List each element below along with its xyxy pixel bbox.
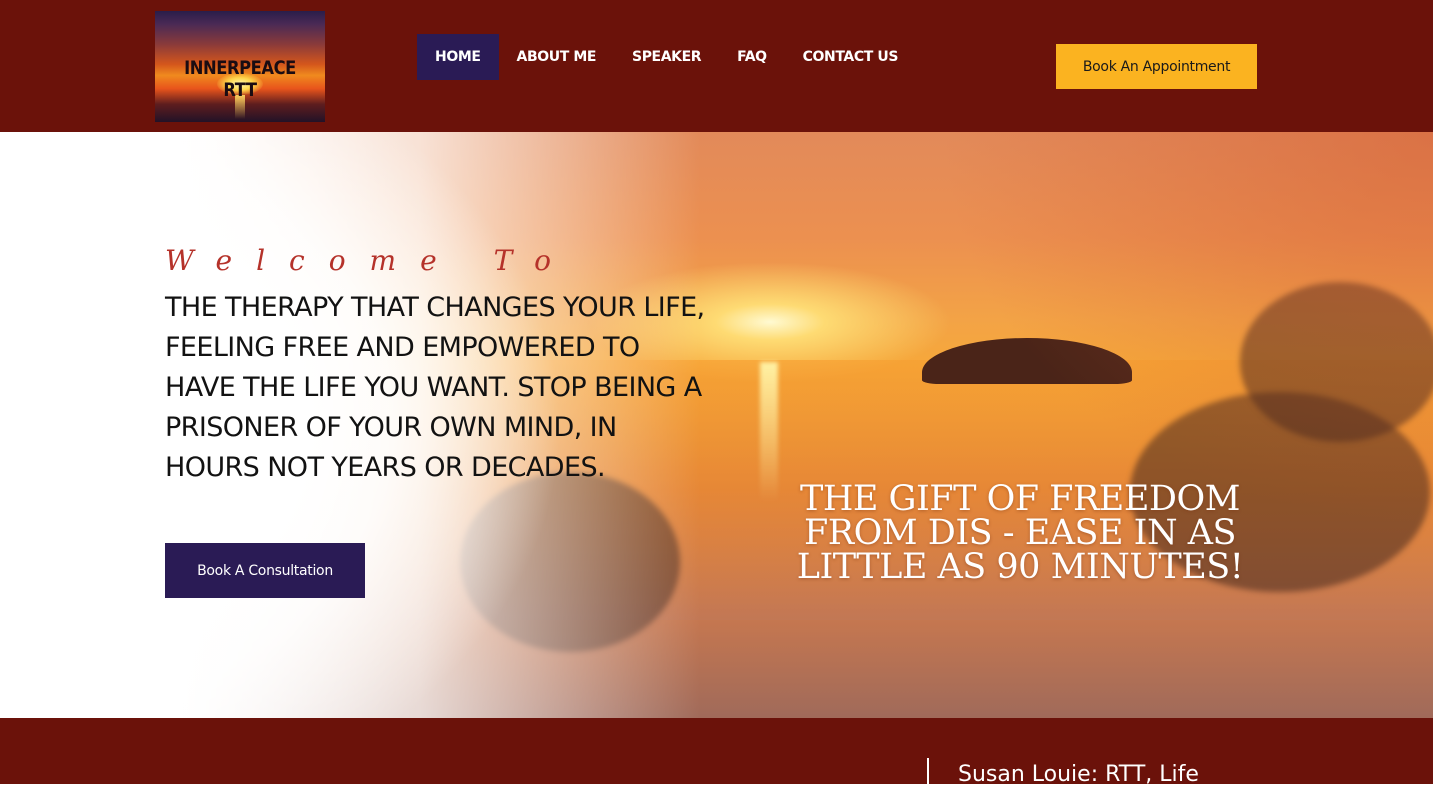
hero-headline: THE THERAPY THAT CHANGES YOUR LIFE, FEEL… bbox=[165, 292, 705, 483]
nav-item-home[interactable]: HOME bbox=[417, 34, 499, 80]
site-header: INNERPEACE RTT HOME ABOUT ME SPEAKER FAQ… bbox=[0, 0, 1433, 132]
vertical-divider bbox=[927, 758, 929, 798]
logo-text: INNERPEACE RTT bbox=[184, 57, 296, 101]
hero-section: Welcome To THE THERAPY THAT CHANGES YOUR… bbox=[0, 132, 1433, 718]
book-appointment-button[interactable]: Book An Appointment bbox=[1056, 44, 1257, 89]
about-title: Susan Louie: RTT, Life bbox=[958, 762, 1199, 787]
hero-tagline: THE GIFT OF FREEDOM FROM DIS - EASE IN A… bbox=[796, 479, 1244, 587]
book-consultation-button[interactable]: Book A Consultation bbox=[165, 543, 365, 598]
nav-item-about-me[interactable]: ABOUT ME bbox=[499, 34, 615, 80]
about-band: Susan Louie: RTT, Life bbox=[0, 718, 1433, 798]
nav-item-contact-us[interactable]: CONTACT US bbox=[785, 34, 916, 80]
nav-item-faq[interactable]: FAQ bbox=[719, 34, 785, 80]
site-logo[interactable]: INNERPEACE RTT bbox=[155, 11, 325, 122]
nav-item-speaker[interactable]: SPEAKER bbox=[614, 34, 719, 80]
main-nav: HOME ABOUT ME SPEAKER FAQ CONTACT US bbox=[417, 34, 916, 80]
welcome-script-heading: Welcome To bbox=[165, 244, 575, 277]
